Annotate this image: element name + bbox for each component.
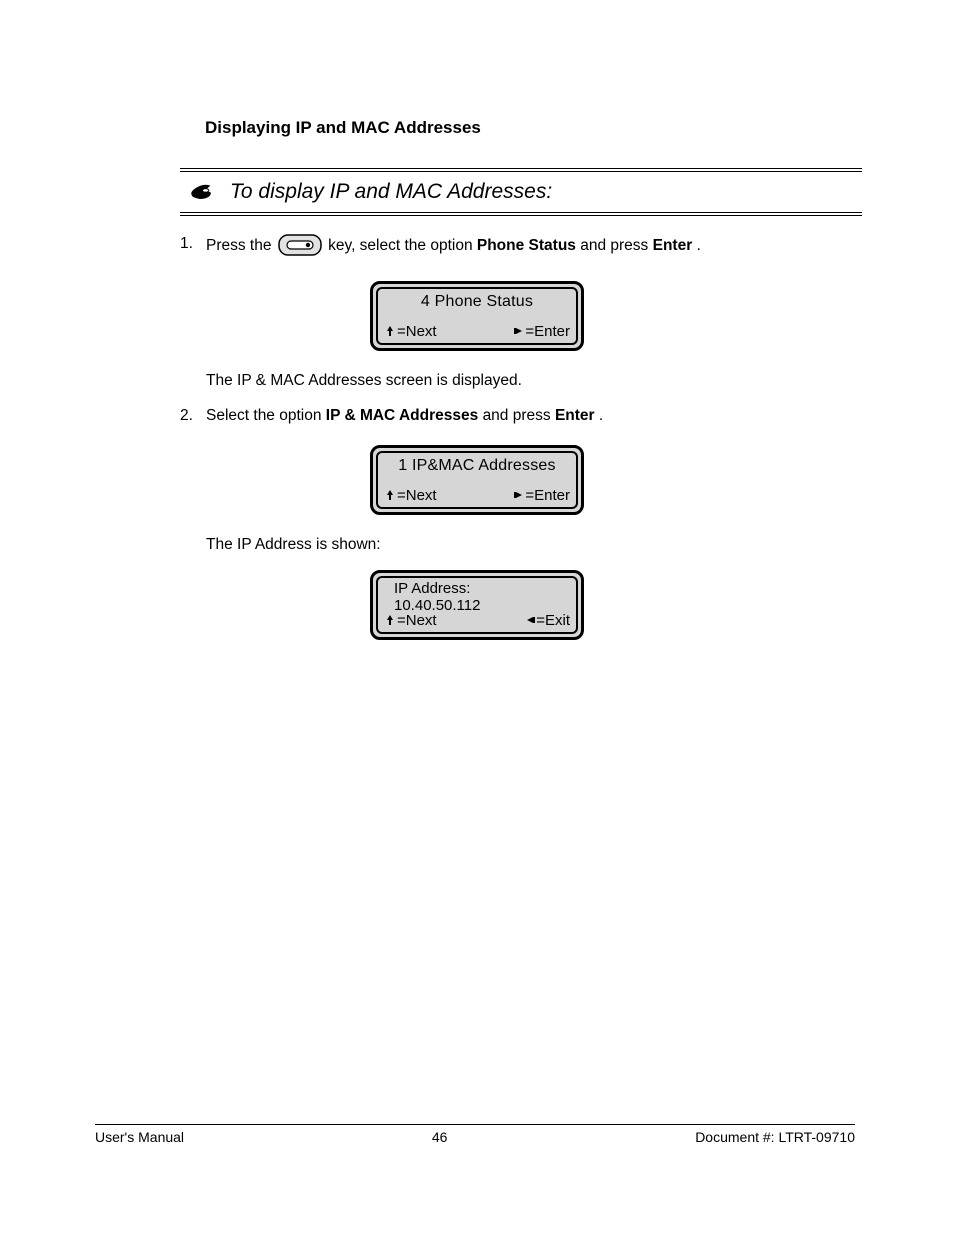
menu-key-icon [278, 234, 322, 263]
phone-doodle-icon [188, 180, 220, 204]
softkey-enter: =Enter [514, 323, 570, 340]
softkey-enter: =Enter [514, 487, 570, 504]
footer-left: User's Manual [95, 1129, 184, 1145]
section-header: To display IP and MAC Addresses: [180, 168, 862, 216]
right-triangle-icon [514, 487, 524, 504]
lcd-screen-ip-address: IP Address: 10.40.50.112 =Next =Exit [370, 570, 584, 640]
down-triangle-icon [384, 612, 396, 629]
down-triangle-icon [384, 487, 396, 504]
lcd-screen-ipmac: 1 IP&MAC Addresses =Next =Enter [370, 445, 584, 515]
footer-center: 46 [432, 1129, 448, 1145]
step-1: 1. Press the key, select the option Phon… [180, 234, 855, 263]
lcd-title: 4 Phone Status [378, 289, 576, 311]
intertext-2: The IP Address is shown: [180, 535, 855, 556]
softkey-next: =Next [384, 323, 437, 340]
step-2: 2. Select the option IP & MAC Addresses … [180, 406, 855, 427]
intertext-1: The IP & MAC Addresses screen is display… [180, 371, 855, 392]
lcd-title: 1 IP&MAC Addresses [378, 453, 576, 475]
section-title: To display IP and MAC Addresses: [230, 180, 552, 204]
softkey-next: =Next [384, 612, 437, 629]
page-footer: User's Manual 46 Document #: LTRT-09710 [95, 1124, 855, 1145]
softkey-next: =Next [384, 487, 437, 504]
lcd-line1: IP Address: [378, 578, 576, 597]
down-triangle-icon [384, 323, 396, 340]
left-triangle-icon [525, 612, 535, 629]
chapter-title: Displaying IP and MAC Addresses [205, 118, 855, 138]
right-triangle-icon [514, 323, 524, 340]
lcd-screen-phone-status: 4 Phone Status =Next =Enter [370, 281, 584, 351]
softkey-exit: =Exit [525, 612, 570, 629]
footer-right: Document #: LTRT-09710 [695, 1129, 855, 1145]
